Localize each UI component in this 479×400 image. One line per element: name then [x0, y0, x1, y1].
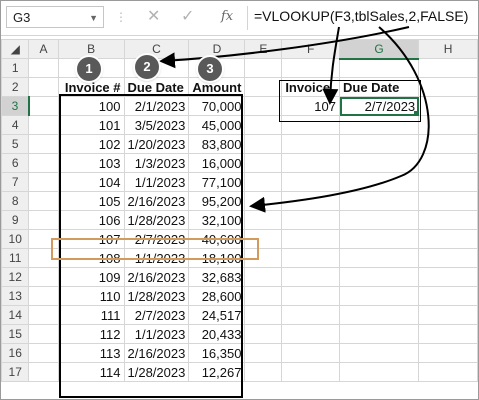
arrow-to-column-index [159, 26, 410, 69]
badge-2: 2 [135, 55, 159, 79]
spreadsheet-window: G3 ▼ ⋮ ✕ ✓ fx =VLOOKUP(F3,tblSales,2,FAL… [0, 0, 479, 400]
badge-1: 1 [77, 57, 101, 81]
callout-arrows [159, 26, 430, 213]
arrow-to-invoice-cell [322, 26, 340, 105]
arrow-to-table [249, 26, 430, 213]
badge-3: 3 [198, 57, 222, 81]
